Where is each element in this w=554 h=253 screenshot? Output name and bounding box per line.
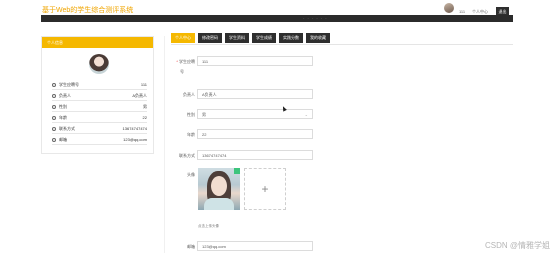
info-value: 男 bbox=[143, 103, 147, 109]
info-row-phone: 联系方式 13674747474 bbox=[52, 124, 147, 134]
info-label: 邮箱 bbox=[59, 136, 67, 142]
site-title: 基于Web的学生综合测评系统 bbox=[42, 7, 134, 14]
email-input[interactable]: 123@qq.com bbox=[197, 241, 313, 251]
student-no-input[interactable]: 111 bbox=[197, 56, 313, 66]
avatar-label: 头像 bbox=[187, 172, 195, 177]
check-icon bbox=[234, 168, 240, 174]
info-row-gender: 性别 男 bbox=[52, 102, 147, 112]
avatar-photo[interactable] bbox=[198, 168, 240, 210]
user-name[interactable]: 111 bbox=[459, 9, 465, 14]
phone-label: 联系方式 bbox=[179, 153, 195, 158]
info-row-student-no: 学生应聘号 111 bbox=[52, 80, 147, 90]
tab-bar: 个人中心 修改密码 学生资料 学生成绩 实践分数 我的收藏 bbox=[171, 33, 330, 43]
divider bbox=[164, 36, 165, 253]
manager-label: 负责人 bbox=[183, 92, 195, 97]
info-label: 联系方式 bbox=[59, 125, 75, 131]
info-value: 22 bbox=[142, 115, 147, 120]
email-label: 邮箱 bbox=[187, 244, 195, 249]
photo-shirt bbox=[204, 198, 234, 210]
info-value: 111 bbox=[140, 82, 147, 87]
user-avatar[interactable] bbox=[444, 3, 454, 13]
info-row-age: 年龄 22 bbox=[52, 113, 147, 123]
info-row-email: 邮箱 123@qq.com bbox=[52, 135, 147, 145]
tab-student-scores[interactable]: 学生成绩 bbox=[252, 33, 276, 43]
photo-face bbox=[211, 176, 227, 196]
plus-icon: + bbox=[261, 182, 269, 196]
student-no-label-text: 学生应聘 bbox=[179, 59, 195, 64]
info-label: 年龄 bbox=[59, 114, 67, 120]
age-input[interactable]: 22 bbox=[197, 129, 313, 139]
tab-practice-scores[interactable]: 实践分数 bbox=[279, 33, 303, 43]
student-no-label-line2: 号 bbox=[180, 69, 184, 74]
upload-button[interactable]: + bbox=[244, 168, 286, 210]
circle-icon bbox=[52, 115, 56, 120]
circle-icon bbox=[52, 126, 56, 131]
nav-band: - - - - - - bbox=[41, 15, 513, 22]
profile-card-title: 个人信息 bbox=[42, 37, 153, 48]
profile-avatar bbox=[89, 54, 109, 74]
info-label: 负责人 bbox=[59, 92, 71, 98]
tab-personal-center[interactable]: 个人中心 bbox=[171, 33, 195, 43]
phone-input[interactable]: 13674747474 bbox=[197, 150, 313, 160]
info-value: A负责人 bbox=[132, 92, 147, 98]
tab-student-profile[interactable]: 学生资料 bbox=[225, 33, 249, 43]
tab-underline bbox=[171, 44, 513, 45]
watermark: CSDN @情雅学姐 bbox=[484, 241, 550, 250]
gender-value: 男 bbox=[202, 112, 206, 117]
age-label: 年龄 bbox=[187, 132, 195, 137]
student-no-label: * 学生应聘 bbox=[176, 59, 195, 64]
circle-icon bbox=[52, 104, 56, 109]
info-label: 性别 bbox=[59, 103, 67, 109]
circle-icon bbox=[52, 137, 56, 142]
chevron-down-icon: ⌄ bbox=[304, 112, 308, 117]
manager-input[interactable]: A负责人 bbox=[197, 89, 313, 99]
upload-tip: 点击上传头像 bbox=[198, 224, 219, 228]
circle-icon bbox=[52, 82, 56, 87]
circle-icon bbox=[52, 93, 56, 98]
info-label: 学生应聘号 bbox=[59, 81, 79, 87]
tab-change-password[interactable]: 修改密码 bbox=[198, 33, 222, 43]
profile-card: 个人信息 学生应聘号 111 负责人 A负责人 性别 男 年龄 22 联系方式 … bbox=[41, 36, 154, 154]
info-value: 13674747474 bbox=[122, 126, 147, 131]
tab-favorites[interactable]: 我的收藏 bbox=[306, 33, 330, 43]
info-row-manager: 负责人 A负责人 bbox=[52, 91, 147, 101]
info-value: 123@qq.com bbox=[123, 137, 147, 142]
nav-band-text: - - - - - - bbox=[303, 15, 328, 20]
gender-select[interactable]: 男 ⌄ bbox=[197, 109, 313, 119]
gender-label: 性别 bbox=[187, 112, 195, 117]
